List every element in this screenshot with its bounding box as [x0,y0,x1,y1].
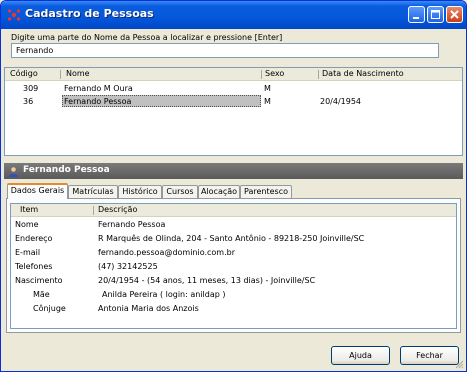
cell-descricao: R Marquês de Olinda, 204 - Santo Antônio… [98,234,365,243]
cell-item: Nascimento [15,276,63,285]
cell-descricao: (47) 32142525 [98,262,158,271]
table-row[interactable]: Nome Fernando Pessoa [11,218,456,231]
minimize-button[interactable] [408,6,425,23]
window-title: Cadastro de Pessoas [25,7,154,20]
column-header-descricao[interactable]: Descrição [98,205,137,214]
cell-item: Cônjuge [33,304,66,313]
table-row-selected[interactable]: 36 Fernando Pessoa M 20/4/1954 [5,95,462,108]
close-button[interactable]: Fechar [400,346,459,365]
tab-panel-dados-gerais: Item Descrição Nome Fernando Pessoa Ende… [6,198,461,333]
detail-title: Fernando Pessoa [23,165,110,175]
column-separator [261,70,262,79]
cell-item: Endereço [15,234,53,243]
table-row[interactable]: Cônjuge Antonia Maria dos Anzois [11,302,456,315]
maximize-button[interactable] [427,6,444,23]
tab-cursos[interactable]: Cursos [162,185,198,198]
cell-item: Nome [15,220,39,229]
tab-alocacao[interactable]: Alocação [198,185,240,198]
table-row[interactable]: Nascimento 20/4/1954 - (54 anos, 11 mese… [11,274,456,287]
column-separator [318,70,319,79]
cell-descricao: Antonia Maria dos Anzois [98,304,199,313]
tab-matriculas[interactable]: Matrículas [68,185,118,198]
cell-item: E-mail [15,248,41,257]
tab-parentesco[interactable]: Parentesco [240,185,292,198]
cell-sexo: M [264,97,271,106]
results-header: Código Nome Sexo Data de Nascimento [5,68,462,81]
cell-nome: Fernando Pessoa [64,97,132,106]
column-separator [93,206,94,215]
close-icon [450,10,459,19]
main-window: Cadastro de Pessoas Digite uma parte do … [0,0,467,372]
cell-descricao: Anilda Pereira ( login: anildap ) [102,290,226,299]
cell-descricao: 20/4/1954 - (54 anos, 11 meses, 13 dias)… [98,276,316,285]
person-icon [9,167,18,177]
table-row[interactable]: Mãe Anilda Pereira ( login: anildap ) [11,288,456,301]
help-button[interactable]: Ajuda [331,346,390,365]
column-header-data-nascimento[interactable]: Data de Nascimento [322,69,404,78]
detail-header: Fernando Pessoa [4,163,463,179]
title-bar[interactable]: Cadastro de Pessoas [1,1,466,29]
table-row[interactable]: Endereço R Marquês de Olinda, 204 - Sant… [11,232,456,245]
cell-data-nascimento: 20/4/1954 [320,97,362,106]
cell-nome: Fernando M Oura [64,84,133,93]
maximize-icon [431,10,440,19]
table-row[interactable]: E-mail fernando.pessoa@dominio.com.br [11,246,456,259]
column-header-nome[interactable]: Nome [66,69,90,78]
cell-codigo: 309 [23,84,39,93]
column-header-codigo[interactable]: Código [10,69,38,78]
close-window-button[interactable] [446,6,463,23]
column-header-sexo[interactable]: Sexo [265,69,284,78]
app-icon [7,9,21,21]
cell-item: Mãe [33,290,50,299]
results-table: Código Nome Sexo Data de Nascimento 309 … [4,67,463,156]
cell-descricao: Fernando Pessoa [98,220,166,229]
details-header: Item Descrição [11,204,456,217]
search-input[interactable] [11,43,439,58]
cell-descricao: fernando.pessoa@dominio.com.br [98,248,236,257]
cell-codigo: 36 [23,97,34,106]
resize-grip-icon[interactable] [454,359,464,369]
tab-historico[interactable]: Histórico [118,185,162,198]
column-separator [60,70,61,79]
minimize-icon [413,17,419,19]
cell-item: Telefones [15,262,53,271]
cell-sexo: M [264,84,271,93]
tab-dados-gerais[interactable]: Dados Gerais [7,183,68,199]
column-header-item[interactable]: Item [20,205,38,214]
table-row[interactable]: Telefones (47) 32142525 [11,260,456,273]
table-row[interactable]: 309 Fernando M Oura M [5,82,462,95]
details-table: Item Descrição Nome Fernando Pessoa Ende… [10,203,457,329]
search-prompt: Digite uma parte do Nome da Pessoa a loc… [11,33,283,42]
